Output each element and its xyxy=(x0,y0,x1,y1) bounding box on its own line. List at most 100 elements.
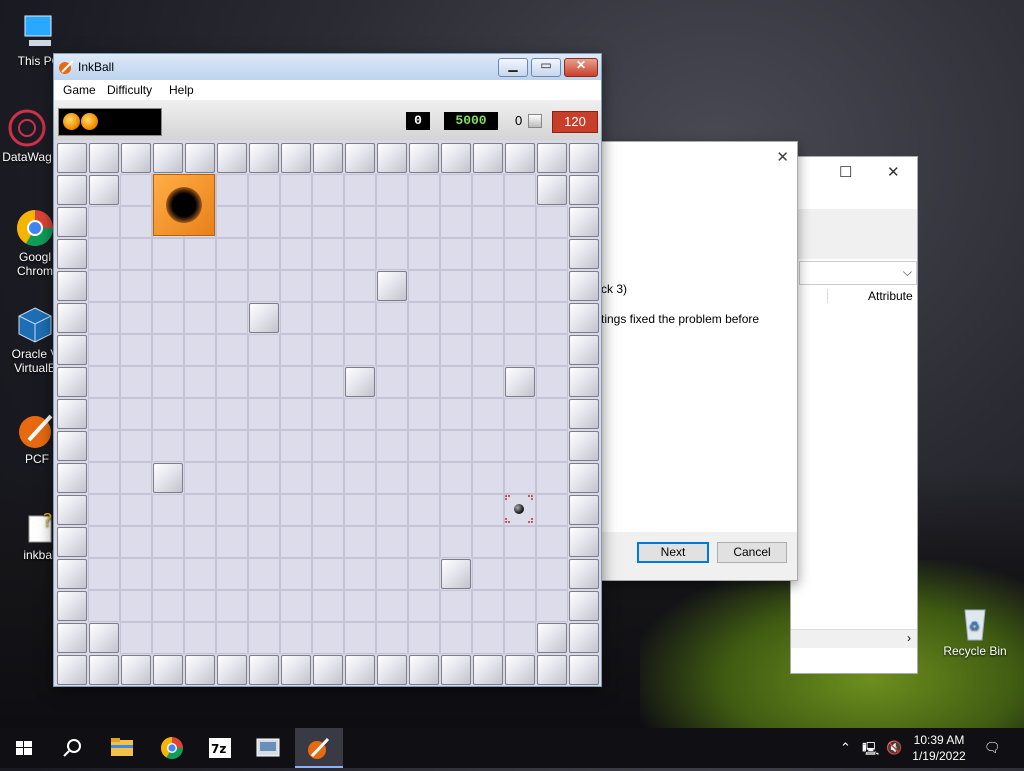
wall-block xyxy=(121,143,151,173)
floor-tile xyxy=(312,238,344,270)
floor-tile xyxy=(152,238,184,270)
floor-tile xyxy=(504,398,536,430)
wall-block xyxy=(121,655,151,685)
floor-tile xyxy=(312,334,344,366)
floor-tile xyxy=(344,398,376,430)
wall-block xyxy=(57,175,87,205)
ball-spawn-point xyxy=(505,495,533,523)
floor-tile xyxy=(184,590,216,622)
next-button[interactable]: Next xyxy=(637,542,709,563)
desktop-icon-recycle-bin[interactable]: ♻ Recycle Bin xyxy=(940,602,1010,658)
minimize-button[interactable]: ▁ xyxy=(498,58,528,77)
wall-block xyxy=(57,559,87,589)
column-header-attribute[interactable]: Attribute xyxy=(827,289,913,303)
wall-block xyxy=(217,143,247,173)
wall-block xyxy=(569,591,599,621)
wall-block xyxy=(569,143,599,173)
floor-tile xyxy=(120,398,152,430)
background-wizard-dialog[interactable]: ✕ ck 3) tings fixed the problem before N… xyxy=(600,141,798,581)
floor-tile xyxy=(312,174,344,206)
floor-tile xyxy=(216,430,248,462)
virtualbox-icon xyxy=(15,305,55,345)
floor-tile xyxy=(440,494,472,526)
taskbar-7zip[interactable]: 7z xyxy=(196,728,244,768)
floor-tile xyxy=(344,558,376,590)
floor-tile xyxy=(152,526,184,558)
speaker-muted-icon[interactable]: 🔇 xyxy=(886,740,902,756)
chevron-up-icon[interactable]: ⌃ xyxy=(840,740,851,756)
maximize-icon[interactable]: ☐ xyxy=(839,163,852,181)
floor-tile xyxy=(120,430,152,462)
floor-tile xyxy=(152,558,184,590)
floor-tile xyxy=(376,238,408,270)
menu-game[interactable]: Game xyxy=(63,83,96,97)
floor-tile xyxy=(184,494,216,526)
floor-tile xyxy=(280,622,312,654)
wall-block xyxy=(345,367,375,397)
wall-block xyxy=(313,655,343,685)
floor-tile xyxy=(280,206,312,238)
floor-tile xyxy=(280,366,312,398)
taskbar-clock[interactable]: 10:39 AM 1/19/2022 xyxy=(906,732,972,764)
floor-tile xyxy=(120,590,152,622)
menu-help[interactable]: Help xyxy=(169,83,194,97)
wall-block xyxy=(377,271,407,301)
chevron-right-icon[interactable]: › xyxy=(907,631,911,645)
floor-tile xyxy=(152,366,184,398)
inkball-titlebar[interactable]: InkBall ▁ ▭ ✕ xyxy=(54,54,601,80)
notification-icon[interactable]: 🗨 xyxy=(984,740,1001,756)
wall-block xyxy=(473,143,503,173)
floor-tile xyxy=(248,494,280,526)
game-board[interactable] xyxy=(54,140,601,686)
address-combo[interactable]: ⌵ xyxy=(799,261,917,285)
cancel-button[interactable]: Cancel xyxy=(717,542,787,563)
wall-block xyxy=(57,591,87,621)
search-button[interactable] xyxy=(48,728,96,768)
wall-block xyxy=(473,655,503,685)
menu-difficulty[interactable]: Difficulty xyxy=(107,83,152,97)
horizontal-scrollbar[interactable]: › xyxy=(791,629,917,648)
taskbar: 7z ⌃ 🖳 🔇 10:39 AM 1/19/2022 🗨 xyxy=(0,728,1024,768)
floor-tile xyxy=(440,334,472,366)
floor-tile xyxy=(536,270,568,302)
network-icon[interactable]: 🖳 xyxy=(862,740,879,762)
start-button[interactable] xyxy=(0,728,48,768)
floor-tile xyxy=(280,302,312,334)
floor-tile xyxy=(344,174,376,206)
floor-tile xyxy=(440,238,472,270)
floor-tile xyxy=(248,398,280,430)
floor-tile xyxy=(376,366,408,398)
background-window[interactable]: ☐ ✕ ⌵ Attribute › xyxy=(790,156,918,674)
floor-tile xyxy=(88,526,120,558)
taskbar-chrome[interactable] xyxy=(148,728,196,768)
taskbar-inkball[interactable] xyxy=(295,728,343,768)
wall-block xyxy=(89,655,119,685)
wall-block xyxy=(89,623,119,653)
floor-tile xyxy=(88,302,120,334)
wall-block xyxy=(377,655,407,685)
floor-tile xyxy=(248,270,280,302)
close-icon[interactable]: ✕ xyxy=(776,148,789,166)
floor-tile xyxy=(184,366,216,398)
wall-block xyxy=(537,623,567,653)
computer-icon xyxy=(19,12,59,52)
floor-tile xyxy=(88,430,120,462)
taskbar-control-panel[interactable] xyxy=(244,728,292,768)
taskbar-file-explorer[interactable] xyxy=(98,728,146,768)
close-icon[interactable]: ✕ xyxy=(887,163,900,181)
wall-block xyxy=(249,655,279,685)
chevron-down-icon[interactable]: ⌵ xyxy=(903,265,912,280)
floor-tile xyxy=(216,302,248,334)
recycle-bin-icon: ♻ xyxy=(955,602,995,642)
wall-block xyxy=(185,143,215,173)
floor-tile xyxy=(504,238,536,270)
floor-tile xyxy=(472,430,504,462)
floor-tile xyxy=(472,334,504,366)
wall-block xyxy=(281,143,311,173)
inkball-window[interactable]: InkBall ▁ ▭ ✕ Game Difficulty Help 0 500… xyxy=(53,53,602,687)
queued-ball-icon xyxy=(63,113,80,130)
maximize-button[interactable]: ▭ xyxy=(531,58,561,77)
floor-tile xyxy=(120,334,152,366)
close-button[interactable]: ✕ xyxy=(564,58,598,77)
floor-tile xyxy=(184,430,216,462)
